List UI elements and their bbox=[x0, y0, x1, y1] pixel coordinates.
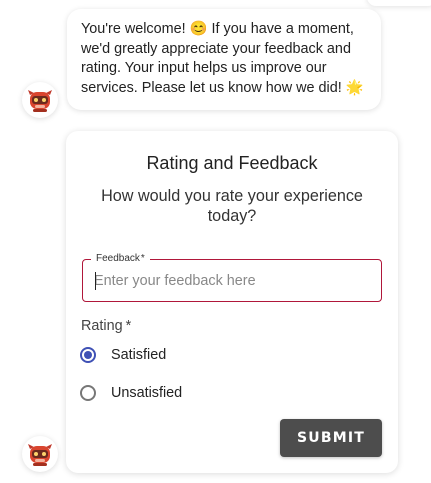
rating-option-unsatisfied[interactable]: Unsatisfied bbox=[80, 385, 182, 401]
rating-option-satisfied[interactable]: Satisfied bbox=[80, 347, 166, 363]
previous-message-bubble bbox=[367, 0, 431, 6]
text-cursor bbox=[95, 272, 96, 290]
feedback-label-text: Feedback bbox=[96, 253, 140, 264]
rating-feedback-card: Rating and Feedback How would you rate y… bbox=[66, 131, 398, 473]
message-text: You're welcome! 😊 If you have a moment, … bbox=[81, 21, 364, 96]
rating-label-text: Rating bbox=[81, 318, 123, 334]
rating-option-label: Satisfied bbox=[111, 347, 167, 363]
feedback-field[interactable]: Feedback * bbox=[82, 253, 382, 302]
submit-button[interactable]: SUBMIT bbox=[280, 419, 382, 457]
radio-button-unsatisfied[interactable] bbox=[80, 385, 96, 401]
bot-avatar bbox=[22, 82, 58, 118]
bot-avatar bbox=[22, 436, 58, 472]
robot-mascot-icon bbox=[28, 444, 52, 466]
rating-required-mark: * bbox=[125, 318, 132, 334]
card-title: Rating and Feedback bbox=[146, 153, 318, 173]
robot-mascot-icon bbox=[28, 90, 52, 112]
feedback-field-label: Feedback * bbox=[91, 253, 150, 265]
rating-question: How would you rate your experience today… bbox=[101, 187, 363, 225]
radio-button-satisfied[interactable] bbox=[80, 347, 96, 363]
feedback-input[interactable] bbox=[94, 270, 369, 292]
rating-label: Rating * bbox=[81, 318, 131, 334]
feedback-required-mark: * bbox=[140, 253, 145, 264]
bot-message-bubble: You're welcome! 😊 If you have a moment, … bbox=[67, 9, 381, 110]
rating-option-label: Unsatisfied bbox=[111, 385, 183, 401]
